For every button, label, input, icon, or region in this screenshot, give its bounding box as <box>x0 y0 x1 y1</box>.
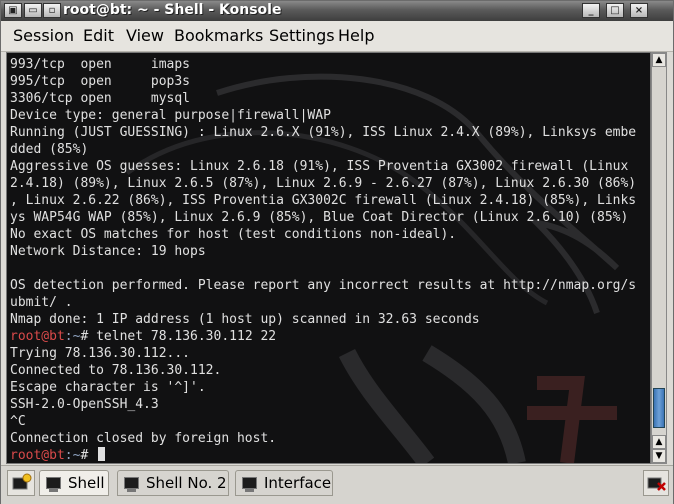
terminal-line: Nmap done: 1 IP address (1 host up) scan… <box>10 311 650 328</box>
maximize-icon: □ <box>610 5 620 16</box>
terminal-line-text: 2.4.18) (89%), Linux 2.6.5 (87%), Linux … <box>10 176 637 191</box>
shell-prompt-path: :~ <box>64 329 81 344</box>
shell-prompt-user: root@bt <box>10 448 65 463</box>
menu-help[interactable]: Help <box>338 26 374 45</box>
terminal-line-text: dded (85%) <box>10 142 89 157</box>
terminal-output: 993/tcp open imaps 995/tcp open pop3s 3306… <box>10 56 650 463</box>
new-tab-button[interactable] <box>7 470 35 496</box>
terminal-icon <box>46 477 61 492</box>
terminal-line: Trying 78.136.30.112... <box>10 345 650 362</box>
maximize-button[interactable]: □ <box>606 3 624 18</box>
shell-prompt-path: :~ <box>64 448 81 463</box>
title-bar[interactable]: ▣ ▭ ▫ root@bt: ~ - Shell - Konsole _ □ × <box>1 1 673 22</box>
terminal-line-text: 3306/tcp open mysql <box>10 91 191 106</box>
close-button[interactable]: × <box>630 3 648 18</box>
tab-bar: Shell Shell No. 2 Interface <box>1 465 673 504</box>
arrow-up-icon: ▲ <box>655 55 663 65</box>
tab-shell-no-2[interactable]: Shell No. 2 <box>117 470 229 496</box>
tab-label: Shell No. 2 <box>146 474 227 492</box>
terminal-scrollbar[interactable]: ▲ ▲ ▼ <box>651 52 667 464</box>
konsole-icon: ▣ <box>8 5 18 16</box>
arrow-up-icon: ▲ <box>655 437 663 447</box>
window-title: root@bt: ~ - Shell - Konsole <box>63 2 282 18</box>
terminal-line: Escape character is '^]'. <box>10 379 650 396</box>
terminal-line: ubmit/ . <box>10 294 650 311</box>
terminal-icon <box>124 477 139 492</box>
terminal-line-text: ^C <box>10 414 26 429</box>
terminal-line: dded (85%) <box>10 141 650 158</box>
terminal-line: ^C <box>10 413 650 430</box>
terminal-line-text: # <box>80 448 97 463</box>
terminal-line-text: OS detection performed. Please report an… <box>10 278 637 293</box>
terminal-line: Network Distance: 19 hops <box>10 243 650 260</box>
terminal-line: No exact OS matches for host (test condi… <box>10 226 650 243</box>
menu-view[interactable]: View <box>126 26 164 45</box>
window-menu-button[interactable]: ▣ <box>4 3 22 18</box>
tab-label: Interface <box>264 474 332 492</box>
close-tab-button[interactable] <box>643 470 669 496</box>
new-tab-icon <box>12 473 32 490</box>
terminal-line: 2.4.18) (89%), Linux 2.6.5 (87%), Linux … <box>10 175 650 192</box>
shell-prompt-user: root@bt <box>10 329 65 344</box>
scroll-up-button[interactable]: ▲ <box>652 53 666 67</box>
terminal-line-text: ubmit/ . <box>10 295 73 310</box>
terminal-line-text: Connection closed by foreign host. <box>10 431 277 446</box>
terminal-line-text: Trying 78.136.30.112... <box>10 346 191 361</box>
menu-session[interactable]: Session <box>13 26 74 45</box>
terminal-view[interactable]: 993/tcp open imaps 995/tcp open pop3s 3306… <box>6 52 651 464</box>
terminal-line: Device type: general purpose|firewall|WA… <box>10 107 650 124</box>
minimize-icon: _ <box>588 5 594 16</box>
terminal-line-text: Escape character is '^]'. <box>10 380 206 395</box>
terminal-line-text: 995/tcp open pop3s <box>10 74 191 89</box>
scroll-thumb[interactable] <box>653 388 665 428</box>
menu-bar: Session Edit View Bookmarks Settings Hel… <box>1 21 673 52</box>
tab-interface[interactable]: Interface <box>235 470 333 496</box>
scroll-up-button-lower[interactable]: ▲ <box>652 435 666 449</box>
terminal-line-text: ys WAP54G WAP (85%), Linux 2.6.9 (85%), … <box>10 210 629 225</box>
terminal-line: 3306/tcp open mysql <box>10 90 650 107</box>
menu-bookmarks[interactable]: Bookmarks <box>174 26 263 45</box>
pin-button[interactable]: ▭ <box>24 3 42 18</box>
terminal-line-text: Aggressive OS guesses: Linux 2.6.18 (91%… <box>10 159 629 174</box>
tab-label: Shell <box>68 474 105 492</box>
scroll-down-button[interactable]: ▼ <box>652 449 666 463</box>
terminal-line: 995/tcp open pop3s <box>10 73 650 90</box>
minimize-button[interactable]: _ <box>582 3 600 18</box>
menu-settings[interactable]: Settings <box>269 26 335 45</box>
tab-shell[interactable]: Shell <box>39 470 109 496</box>
terminal-icon <box>242 477 257 492</box>
terminal-line: Connection closed by foreign host. <box>10 430 650 447</box>
konsole-window: ▣ ▭ ▫ root@bt: ~ - Shell - Konsole _ □ ×… <box>0 0 674 504</box>
terminal-line-text: Connected to 78.136.30.112. <box>10 363 222 378</box>
pin-icon: ▭ <box>28 5 38 16</box>
terminal-line-text: No exact OS matches for host (test condi… <box>10 227 457 242</box>
terminal-line-text: 993/tcp open imaps <box>10 57 191 72</box>
terminal-line: root@bt:~# <box>10 447 650 463</box>
close-icon: × <box>634 5 644 16</box>
terminal-line-text: Running (JUST GUESSING) : Linux 2.6.X (9… <box>10 125 637 140</box>
terminal-line: 993/tcp open imaps <box>10 56 650 73</box>
menu-edit[interactable]: Edit <box>83 26 114 45</box>
terminal-line-text: , Linux 2.6.22 (86%), ISS Proventia GX30… <box>10 193 637 208</box>
terminal-line-text: Network Distance: 19 hops <box>10 244 206 259</box>
text-cursor <box>98 447 106 461</box>
terminal-line: root@bt:~# telnet 78.136.30.112 22 <box>10 328 650 345</box>
arrow-down-icon: ▼ <box>655 451 663 461</box>
close-tab-icon <box>647 477 666 491</box>
sticky-icon: ▫ <box>48 5 56 16</box>
terminal-line-text: Device type: general purpose|firewall|WA… <box>10 108 331 123</box>
terminal-line: Connected to 78.136.30.112. <box>10 362 650 379</box>
terminal-line: SSH-2.0-OpenSSH_4.3 <box>10 396 650 413</box>
terminal-line: Aggressive OS guesses: Linux 2.6.18 (91%… <box>10 158 650 175</box>
terminal-line: OS detection performed. Please report an… <box>10 277 650 294</box>
terminal-line: ys WAP54G WAP (85%), Linux 2.6.9 (85%), … <box>10 209 650 226</box>
terminal-line-text: Nmap done: 1 IP address (1 host up) scan… <box>10 312 480 327</box>
terminal-line: Running (JUST GUESSING) : Linux 2.6.X (9… <box>10 124 650 141</box>
sticky-button[interactable]: ▫ <box>43 3 61 18</box>
terminal-line-text: # telnet 78.136.30.112 22 <box>80 329 277 344</box>
terminal-line: , Linux 2.6.22 (86%), ISS Proventia GX30… <box>10 192 650 209</box>
terminal-line-text: SSH-2.0-OpenSSH_4.3 <box>10 397 159 412</box>
